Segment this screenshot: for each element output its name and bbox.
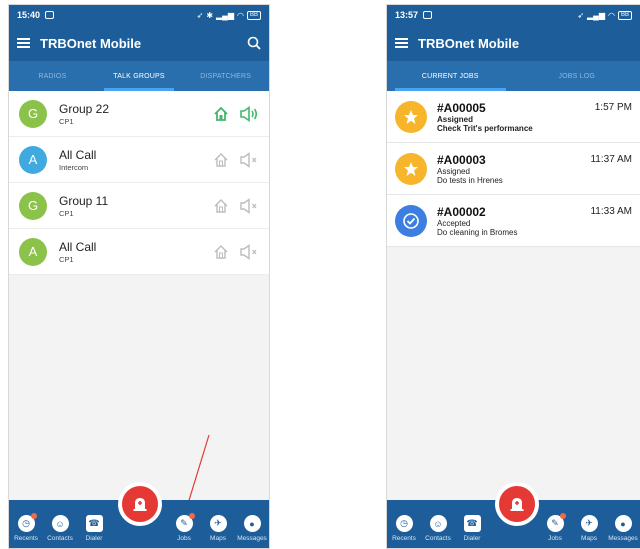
- job-id: #A00002: [437, 204, 486, 219]
- nav-recents[interactable]: ◷ Recents: [9, 513, 43, 542]
- nav-dialer-label: Dialer: [463, 535, 481, 542]
- notification-dot: [560, 513, 566, 519]
- nav-jobs[interactable]: ✎ Jobs: [538, 513, 572, 542]
- check-icon: [395, 204, 427, 237]
- dialpad-icon: ☎: [85, 515, 103, 532]
- tab-jobs-log[interactable]: JOBS LOG: [514, 61, 640, 91]
- menu-icon[interactable]: [395, 38, 408, 48]
- nav-dialer[interactable]: ☎ Dialer: [77, 515, 111, 542]
- phone-current-jobs: 13:57 ➶ ▂▄▆ ◠ BB TRBOnet Mobile CURRENT …: [386, 4, 640, 549]
- contacts-icon: ☺: [51, 515, 69, 532]
- notification-dot: [189, 513, 195, 519]
- job-description: Check Trit's performance: [437, 123, 533, 133]
- nav-recents[interactable]: ◷ Recents: [387, 515, 421, 542]
- nav-messages[interactable]: ● Messages: [606, 515, 640, 542]
- phone-talk-groups: 15:40 ➶ ✱ ▂▄▆ ◠ BB TRBOnet Mobile RADIOS…: [8, 4, 270, 549]
- recents-icon: ◷: [395, 515, 413, 532]
- job-time: 11:37 AM: [590, 154, 632, 165]
- tab-current-jobs[interactable]: CURRENT JOBS: [387, 61, 514, 91]
- wifi-icon: ◠: [608, 10, 615, 20]
- nav-messages-label: Messages: [608, 535, 638, 542]
- nav-dialer-label: Dialer: [85, 535, 103, 542]
- maps-icon: ✈: [209, 515, 227, 532]
- app-bar: TRBOnet Mobile: [387, 25, 640, 61]
- messages-icon: ●: [614, 515, 632, 532]
- status-bar: 13:57 ➶ ▂▄▆ ◠ BB: [387, 5, 640, 25]
- app-notification-icon: [423, 11, 433, 19]
- nav-recents-label: Recents: [14, 535, 38, 542]
- nav-messages-label: Messages: [237, 535, 267, 542]
- location-icon: ➶: [577, 10, 585, 20]
- contacts-icon: ☺: [429, 515, 447, 532]
- job-status: Assigned: [437, 166, 470, 176]
- job-item[interactable]: #A00005 Assigned Check Trit's performanc…: [387, 91, 640, 143]
- tab-bar: CURRENT JOBS JOBS LOG: [387, 61, 640, 91]
- star-icon: [395, 100, 427, 133]
- nav-contacts[interactable]: ☺ Contacts: [421, 515, 455, 542]
- nav-contacts-label: Contacts: [425, 535, 451, 542]
- job-description: Do tests in Hrenes: [437, 175, 503, 185]
- job-description: Do cleaning in Bromes: [437, 227, 518, 237]
- messages-icon: ●: [243, 515, 261, 532]
- jobs-list: #A00005 Assigned Check Trit's performanc…: [387, 91, 640, 247]
- nav-recents-label: Recents: [392, 535, 416, 542]
- emergency-alarm-button[interactable]: [118, 482, 162, 526]
- job-id: #A00003: [437, 152, 486, 167]
- job-item[interactable]: #A00002 Accepted Do cleaning in Bromes 1…: [387, 195, 640, 247]
- battery-icon: BB: [617, 10, 632, 20]
- job-status: Accepted: [437, 218, 471, 228]
- nav-jobs-label: Jobs: [177, 535, 191, 542]
- maps-icon: ✈: [580, 515, 598, 532]
- nav-maps-label: Maps: [210, 535, 226, 542]
- nav-maps[interactable]: ✈ Maps: [572, 515, 606, 542]
- alarm-bell-icon: [510, 498, 524, 511]
- notification-dot: [31, 513, 37, 519]
- dialpad-icon: ☎: [463, 515, 481, 532]
- signal-icon: ▂▄▆: [587, 10, 605, 20]
- nav-maps[interactable]: ✈ Maps: [201, 515, 235, 542]
- app-title: TRBOnet Mobile: [418, 35, 520, 51]
- status-time: 13:57: [395, 10, 419, 20]
- job-item[interactable]: #A00003 Assigned Do tests in Hrenes 11:3…: [387, 143, 640, 195]
- nav-jobs-label: Jobs: [548, 535, 562, 542]
- alarm-bell-icon: [133, 498, 147, 511]
- nav-contacts[interactable]: ☺ Contacts: [43, 515, 77, 542]
- job-time: 1:57 PM: [594, 102, 632, 113]
- nav-maps-label: Maps: [581, 535, 597, 542]
- nav-messages[interactable]: ● Messages: [235, 515, 269, 542]
- star-icon: [395, 152, 427, 185]
- nav-jobs[interactable]: ✎ Jobs: [167, 513, 201, 542]
- emergency-alarm-button[interactable]: [495, 482, 539, 526]
- job-time: 11:33 AM: [590, 206, 632, 217]
- nav-dialer[interactable]: ☎ Dialer: [455, 515, 489, 542]
- nav-contacts-label: Contacts: [47, 535, 73, 542]
- annotation-arrow: [180, 434, 210, 524]
- job-status: Assigned: [437, 114, 474, 124]
- job-id: #A00005: [437, 100, 486, 115]
